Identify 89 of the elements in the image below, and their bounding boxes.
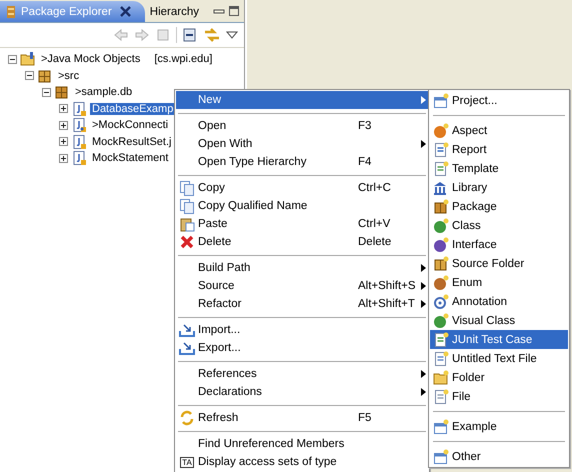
- refresh-icon: [179, 410, 195, 426]
- tree-item-location: [cs.wpi.edu]: [154, 53, 212, 66]
- menu-item[interactable]: Open Type Hierarchy F4: [176, 153, 428, 171]
- menu-item[interactable]: TA Display access sets of type: [176, 453, 428, 471]
- export-icon: [179, 340, 195, 356]
- menu-item[interactable]: Package: [430, 197, 568, 216]
- java-file-icon: [71, 100, 87, 117]
- java-file-icon: [71, 134, 87, 150]
- menu-item[interactable]: Template: [430, 159, 568, 178]
- package-explorer-icon: [5, 4, 17, 18]
- menu-item[interactable]: Visual Class: [430, 311, 568, 330]
- menu-item[interactable]: Interface: [430, 235, 568, 254]
- view-tab[interactable]: Hierarchy: [144, 1, 205, 22]
- interface-icon: [433, 236, 449, 252]
- expand-toggle-icon[interactable]: [59, 104, 68, 114]
- library-icon: [433, 180, 449, 196]
- menu-item[interactable]: JUnit Test Case: [430, 330, 568, 349]
- menu-item[interactable]: Build Path: [176, 259, 428, 277]
- annotation-icon: [433, 294, 449, 310]
- project-folder-icon: [20, 51, 36, 68]
- menu-item[interactable]: Class: [430, 216, 568, 235]
- package-icon: [54, 84, 70, 100]
- menu-item[interactable]: Copy Qualified Name: [176, 197, 428, 215]
- project-icon: [433, 92, 449, 108]
- menu-item[interactable]: Export...: [176, 339, 428, 357]
- menu-item[interactable]: Paste Ctrl+V: [176, 215, 428, 233]
- copy-icon: [179, 180, 195, 196]
- tree-item[interactable]: MockResultSet.j: [90, 136, 174, 148]
- menu-item[interactable]: Enum: [430, 273, 568, 292]
- view-menu-icon[interactable]: [226, 30, 238, 40]
- maximize-icon[interactable]: [228, 5, 240, 17]
- collapse-all-icon[interactable]: [182, 27, 198, 43]
- example-icon: [433, 418, 449, 434]
- menu-item[interactable]: Delete Delete: [176, 233, 428, 251]
- expand-toggle-icon[interactable]: [59, 154, 68, 163]
- menu-item[interactable]: Untitled Text File: [430, 349, 568, 368]
- tree-item[interactable]: DatabaseExamp: [90, 102, 176, 115]
- test-case-icon: [433, 332, 449, 348]
- menu-item[interactable]: Find Unreferenced Members: [176, 435, 428, 453]
- copy-icon: [179, 198, 195, 214]
- source-folder-icon: [433, 256, 449, 272]
- menu-item[interactable]: Open With: [176, 135, 428, 153]
- menu-item[interactable]: Annotation: [430, 292, 568, 311]
- menu-item[interactable]: Source Folder: [430, 254, 568, 273]
- enum-icon: [433, 274, 449, 290]
- expand-toggle-icon[interactable]: [59, 137, 68, 146]
- expand-toggle-icon[interactable]: [42, 88, 51, 97]
- menu-item[interactable]: Folder: [430, 368, 568, 387]
- menu-item[interactable]: Project...: [430, 91, 568, 110]
- menu-item[interactable]: Aspect: [430, 121, 568, 140]
- menu-item[interactable]: Report: [430, 140, 568, 159]
- menu-item[interactable]: Declarations: [176, 383, 428, 401]
- aspect-icon: [433, 122, 449, 138]
- type-access-icon: TA: [180, 456, 194, 468]
- java-file-icon: [71, 150, 87, 166]
- menu-item[interactable]: References: [176, 365, 428, 383]
- menu-item[interactable]: Refresh F5: [176, 409, 428, 427]
- clipboard-icon: [179, 216, 195, 232]
- visual-class-icon: [433, 312, 449, 328]
- class-icon: [433, 218, 449, 234]
- package-icon: [433, 198, 449, 214]
- import-icon: [179, 322, 195, 338]
- file-icon: [433, 388, 449, 404]
- expand-toggle-icon[interactable]: [25, 71, 34, 80]
- menu-item[interactable]: Import...: [176, 321, 428, 339]
- delete-icon: [179, 234, 195, 250]
- tree-item[interactable]: >sample.db: [73, 86, 134, 98]
- menu-item[interactable]: Library: [430, 178, 568, 197]
- tree-item[interactable]: >src: [56, 70, 82, 82]
- tree-item[interactable]: MockStatement: [90, 152, 170, 164]
- java-file-icon: [71, 117, 87, 134]
- menu-item[interactable]: Source Alt+Shift+S: [176, 277, 428, 295]
- tree-item[interactable]: >Java Mock Objects: [39, 53, 142, 66]
- menu-item[interactable]: New: [176, 91, 428, 109]
- folder-icon: [433, 370, 449, 386]
- expand-toggle-icon[interactable]: [8, 54, 17, 64]
- menu-item[interactable]: Example: [430, 417, 568, 436]
- tree-item[interactable]: >MockConnecti: [90, 119, 170, 132]
- expand-toggle-icon[interactable]: [59, 120, 68, 130]
- text-file-icon: [433, 350, 449, 366]
- menu-item[interactable]: Open F3: [176, 117, 428, 135]
- source-folder-icon: [37, 68, 53, 84]
- report-icon: [433, 142, 449, 158]
- menu-item[interactable]: Refactor Alt+Shift+T: [176, 295, 428, 313]
- menu-item[interactable]: Other: [430, 447, 568, 466]
- close-icon[interactable]: [120, 6, 131, 17]
- template-icon: [433, 160, 449, 176]
- menu-item[interactable]: Copy Ctrl+C: [176, 179, 428, 197]
- menu-item[interactable]: File: [430, 387, 568, 406]
